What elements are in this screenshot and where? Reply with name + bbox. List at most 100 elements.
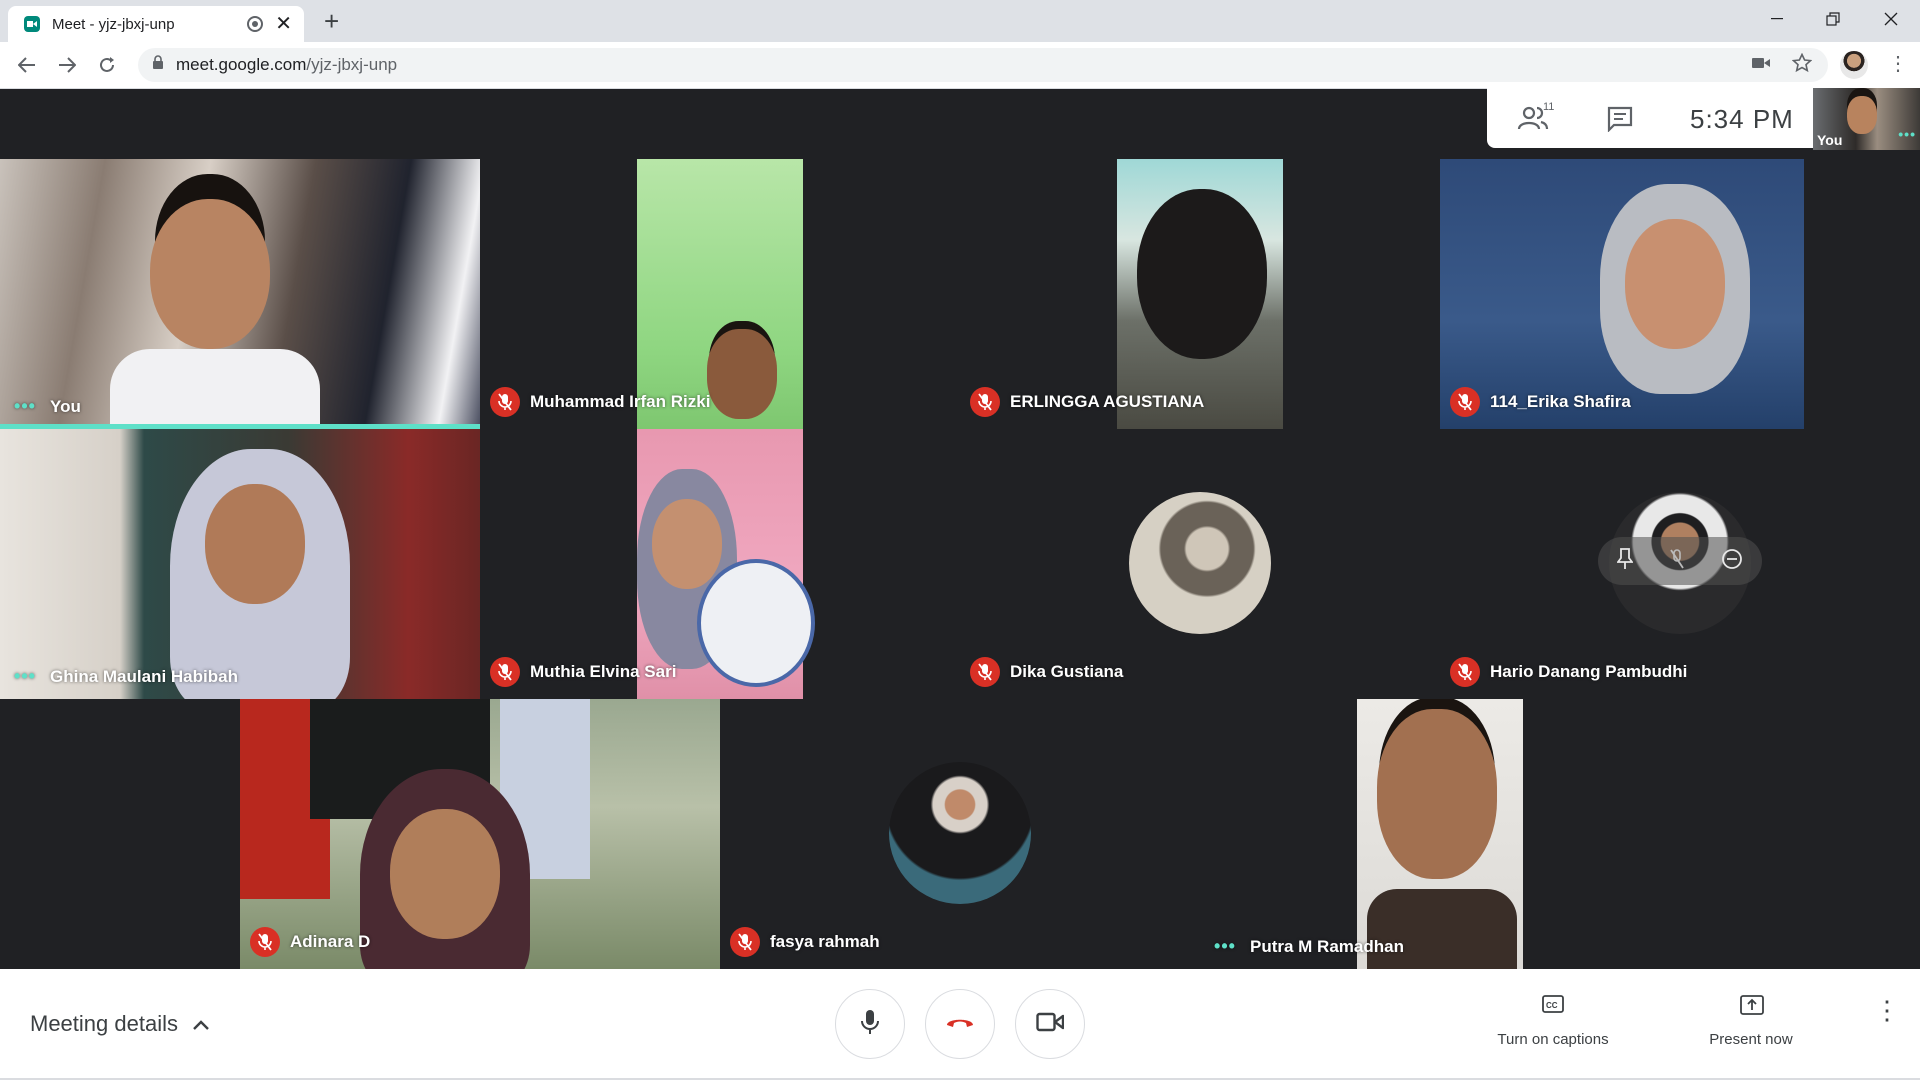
mic-off-icon — [490, 657, 520, 687]
participant-avatar — [1129, 492, 1271, 634]
microphone-icon — [861, 1009, 879, 1040]
participant-nameplate: fasya rahmah — [730, 927, 880, 957]
mic-off-icon — [970, 657, 1000, 687]
mic-off-icon — [1450, 387, 1480, 417]
self-video — [1847, 96, 1877, 134]
participant-name: Adinara D — [290, 932, 371, 951]
mute-participant-icon[interactable] — [1670, 548, 1684, 574]
participant-name: Hario Danang Pambudhi — [1490, 662, 1688, 681]
profile-avatar[interactable] — [1840, 51, 1868, 79]
back-button[interactable] — [12, 50, 42, 80]
reload-button[interactable] — [92, 50, 122, 80]
tile-hover-controls — [1598, 537, 1762, 585]
meeting-details-button[interactable]: Meeting details — [30, 1011, 210, 1037]
meet-favicon — [24, 16, 40, 32]
participant-name: Muhammad Irfan Rizki — [530, 392, 711, 411]
address-bar: meet.google.com/yjz-jbxj-unp ⋮ — [0, 42, 1920, 89]
participant-name: Muthia Elvina Sari — [530, 662, 677, 681]
new-tab-button[interactable]: + — [324, 8, 339, 34]
participant-name: Ghina Maulani Habibah — [50, 666, 238, 686]
more-options-icon[interactable]: ⋮ — [1874, 997, 1900, 1023]
microphone-button[interactable] — [835, 989, 905, 1059]
hang-up-icon — [945, 1015, 975, 1034]
speaking-indicator-icon: ••• — [1214, 936, 1236, 956]
present-now-button[interactable]: Present now — [1690, 969, 1812, 1080]
participant-tile[interactable]: Adinara D — [240, 699, 720, 969]
svg-text:CC: CC — [1546, 1001, 1558, 1010]
participant-tile[interactable]: Muthia Elvina Sari — [480, 429, 960, 699]
tab-close-icon[interactable]: ✕ — [275, 14, 292, 34]
bookmark-star-icon[interactable] — [1791, 52, 1813, 78]
participant-video — [1357, 699, 1523, 969]
mic-off-icon — [1450, 657, 1480, 687]
participant-name: Dika Gustiana — [1010, 662, 1124, 681]
meeting-details-label: Meeting details — [30, 1011, 178, 1036]
participant-tile[interactable]: Hario Danang Pambudhi — [1440, 429, 1920, 699]
participant-name: 114_Erika Shafira — [1490, 392, 1631, 411]
participant-name: Putra M Ramadhan — [1250, 936, 1404, 956]
closed-captions-icon: CC — [1542, 995, 1564, 1018]
participant-nameplate: ERLINGGA AGUSTIANA — [970, 387, 1204, 417]
participant-tile[interactable]: ••• Putra M Ramadhan — [1200, 699, 1680, 969]
camera-in-use-icon[interactable] — [1752, 56, 1770, 74]
participant-tile[interactable]: Muhammad Irfan Rizki — [480, 159, 960, 429]
meet-control-bar: Meeting details CC Turn on captions Pres… — [0, 969, 1920, 1080]
chat-icon[interactable] — [1607, 106, 1633, 137]
participant-tile[interactable]: Dika Gustiana — [960, 429, 1440, 699]
omnibox[interactable]: meet.google.com/yjz-jbxj-unp — [138, 48, 1828, 82]
self-label: You — [1817, 132, 1843, 148]
participant-nameplate: Muthia Elvina Sari — [490, 657, 676, 687]
forward-button[interactable] — [52, 50, 82, 80]
minimize-button[interactable] — [1754, 4, 1800, 34]
tab-title: Meet - yjz-jbxj-unp — [52, 15, 175, 33]
speaking-indicator-icon: ••• — [14, 396, 36, 416]
participant-tile[interactable]: ••• Ghina Maulani Habibah — [0, 429, 480, 699]
participant-nameplate: ••• Ghina Maulani Habibah — [10, 666, 238, 687]
lock-icon — [152, 55, 164, 75]
participant-nameplate: Muhammad Irfan Rizki — [490, 387, 710, 417]
participant-nameplate: Adinara D — [250, 927, 370, 957]
close-window-button[interactable] — [1868, 4, 1914, 34]
participant-tile[interactable]: ERLINGGA AGUSTIANA — [960, 159, 1440, 429]
chevron-up-icon — [192, 1011, 210, 1037]
participant-tile[interactable]: 114_Erika Shafira — [1440, 159, 1920, 429]
participant-avatar — [889, 762, 1031, 904]
participant-tile-you[interactable]: ••• You — [0, 159, 480, 429]
audio-level-icon: ••• — [1898, 126, 1916, 142]
recording-icon — [247, 16, 264, 32]
participant-count-badge: 11 — [1543, 101, 1555, 113]
browser-titlebar: Meet - yjz-jbxj-unp ✕ + — [0, 0, 1920, 42]
participant-nameplate: Dika Gustiana — [970, 657, 1123, 687]
participant-nameplate: ••• You — [10, 396, 81, 417]
self-view-thumbnail[interactable]: You ••• — [1813, 88, 1920, 150]
participant-nameplate: ••• Putra M Ramadhan — [1210, 936, 1404, 957]
chrome-menu-icon[interactable]: ⋮ — [1888, 52, 1908, 76]
captions-button[interactable]: CC Turn on captions — [1480, 969, 1626, 1080]
url-domain: meet.google.com — [176, 55, 307, 74]
speaking-indicator-icon: ••• — [14, 666, 36, 686]
participant-name: ERLINGGA AGUSTIANA — [1010, 392, 1205, 411]
browser-tab[interactable]: Meet - yjz-jbxj-unp ✕ — [8, 6, 304, 42]
mic-off-icon — [490, 387, 520, 417]
mic-off-icon — [730, 927, 760, 957]
participant-tile[interactable]: fasya rahmah — [720, 699, 1200, 969]
present-label: Present now — [1709, 1031, 1793, 1048]
pin-icon[interactable] — [1615, 547, 1634, 575]
mic-off-icon — [250, 927, 280, 957]
meet-info-panel: 11 5:34 PM — [1487, 88, 1813, 148]
remove-participant-icon[interactable] — [1721, 548, 1743, 575]
participant-video — [0, 159, 480, 429]
present-screen-icon — [1740, 995, 1764, 1020]
participant-name: fasya rahmah — [770, 932, 880, 951]
leave-call-button[interactable] — [925, 989, 995, 1059]
restore-button[interactable] — [1810, 4, 1856, 34]
meeting-clock: 5:34 PM — [1690, 104, 1794, 134]
participant-video — [0, 429, 480, 699]
mic-off-icon — [970, 387, 1000, 417]
participant-nameplate: Hario Danang Pambudhi — [1450, 657, 1687, 687]
url-path: /yjz-jbxj-unp — [306, 55, 398, 74]
captions-label: Turn on captions — [1497, 1031, 1609, 1048]
camera-icon — [1036, 1012, 1065, 1037]
participant-nameplate: 114_Erika Shafira — [1450, 387, 1631, 417]
camera-button[interactable] — [1015, 989, 1085, 1059]
